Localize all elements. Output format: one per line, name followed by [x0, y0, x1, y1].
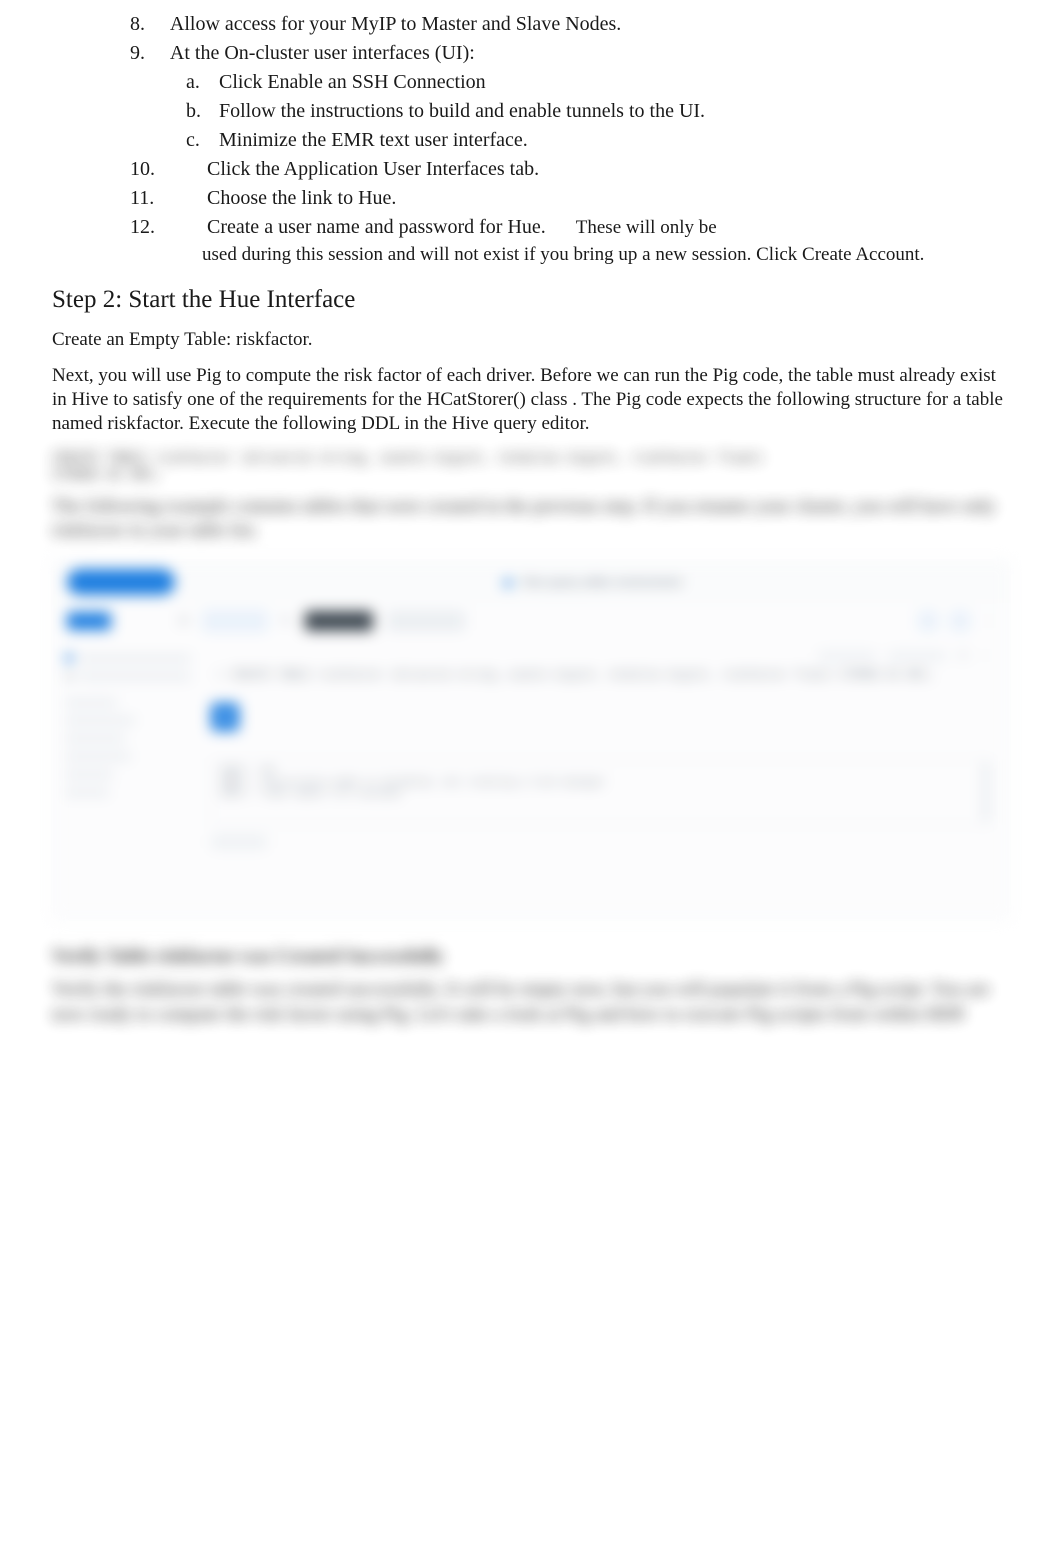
table-icon: [65, 672, 73, 680]
list-text: Click the Application User Interfaces ta…: [207, 158, 539, 180]
list-item-10: 10. Click the Application User Interface…: [130, 155, 1010, 184]
step-heading: Step 2: Start the Hue Interface: [52, 286, 1010, 314]
hue-main: ⚙ ⋮ 1 CREATE TABLE riskfactor (driverid …: [53, 639, 1009, 919]
create-table-line: Create an Empty Table: riskfactor.: [52, 328, 1010, 353]
chip-addnew: [387, 611, 465, 631]
sub-number: a.: [186, 69, 214, 96]
sub-text: Follow the instructions to build and ena…: [219, 100, 705, 122]
sub-item-b: b. Follow the instructions to build and …: [186, 97, 1010, 126]
intro-paragraph: Next, you will use Pig to compute the ri…: [52, 364, 1010, 435]
run-button[interactable]: [211, 703, 239, 731]
list-item-12: 12. Create a user name and password for …: [130, 213, 1010, 242]
dot-icon: [504, 579, 512, 587]
verify-heading: Verify Table riskfactor was Created Succ…: [52, 946, 1010, 968]
hue-sidebar: [53, 639, 203, 919]
log-line: INFO : Concurrency mode is disabled, not…: [220, 777, 982, 788]
ddl-code-block: CREATE TABLE riskfactor (driverid string…: [52, 450, 1010, 485]
list-number: 11.: [130, 185, 202, 212]
list-number: 9.: [130, 40, 166, 67]
list-number: 8.: [130, 11, 166, 38]
sub-number: c.: [186, 127, 214, 154]
list-item-8: 8. Allow access for your MyIP to Master …: [130, 10, 1010, 39]
code-line-1: CREATE TABLE riskfactor (driverid string…: [52, 450, 1010, 468]
list-item-9: 9. At the On-cluster user interfaces (UI…: [130, 39, 1010, 68]
sub-text: Click Enable an SSH Connection: [219, 71, 486, 93]
toolbar-icon-2: [951, 612, 969, 630]
results-tab: [211, 835, 267, 849]
list-item-11: 11. Choose the link to Hue.: [130, 184, 1010, 213]
chip-default: [203, 611, 267, 631]
scrollbar[interactable]: [982, 762, 988, 822]
list-text: Choose the link to Hue.: [207, 187, 396, 209]
list-item-12-continuation: used during this session and will not ex…: [130, 242, 1010, 268]
sub-number: b.: [186, 98, 214, 125]
log-line: INFO : Time taken: 0.5 seconds: [220, 788, 982, 799]
toolbar-icon-1: [919, 612, 937, 630]
ordered-list: 8. Allow access for your MyIP to Master …: [52, 10, 1010, 268]
list-text-cont: used during this session and will not ex…: [202, 242, 1010, 268]
hue-screenshot: Hive query editor environment ⟳ ✎ ⋮: [52, 560, 1010, 920]
sub-text: Minimize the EMR text user interface.: [219, 129, 528, 151]
editor-line: CREATE TABLE riskfactor (driverid string…: [231, 668, 991, 681]
hue-brand-icon: [67, 612, 111, 630]
chip-dark: [305, 611, 373, 631]
db-selector: [818, 651, 876, 661]
sub-list: a. Click Enable an SSH Connection b. Fol…: [130, 68, 1010, 155]
hue-tab-hint: Hive query editor environment: [191, 575, 995, 589]
list-text: Allow access for your MyIP to Master and…: [170, 13, 621, 35]
hue-top-bar: Hive query editor environment: [53, 561, 1009, 603]
db-icon: [65, 654, 73, 662]
hue-logo-pill: [67, 569, 175, 595]
type-selector: [888, 651, 946, 661]
hue-toolbar: ⟳ ✎ ⋮: [53, 603, 1009, 639]
code-line-2: STORED AS ORC;: [52, 467, 1010, 485]
log-line: INFO : OK: [220, 766, 982, 777]
result-log: INFO : OK INFO : Concurrency mode is dis…: [211, 759, 991, 825]
list-text: At the On-cluster user interfaces (UI):: [170, 42, 475, 64]
sub-item-a: a. Click Enable an SSH Connection: [186, 68, 1010, 97]
blur-paragraph-1: The following example contains tables th…: [52, 495, 1010, 544]
blurred-preview-region: CREATE TABLE riskfactor (driverid string…: [52, 450, 1010, 1028]
hue-editor: ⚙ ⋮ 1 CREATE TABLE riskfactor (driverid …: [203, 639, 1009, 919]
sub-item-c: c. Minimize the EMR text user interface.: [186, 126, 1010, 155]
document-page: 8. Allow access for your MyIP to Master …: [0, 0, 1062, 1027]
blur-paragraph-2: Verify the riskfactor table was created …: [52, 978, 1010, 1027]
hue-tab-hint-text: Hive query editor environment: [522, 575, 682, 589]
list-number: 10.: [130, 156, 202, 183]
list-text: Create a user name and password for Hue.: [207, 216, 546, 238]
list-number: 12.: [130, 214, 202, 241]
list-text-tail: These will only be: [576, 217, 717, 238]
